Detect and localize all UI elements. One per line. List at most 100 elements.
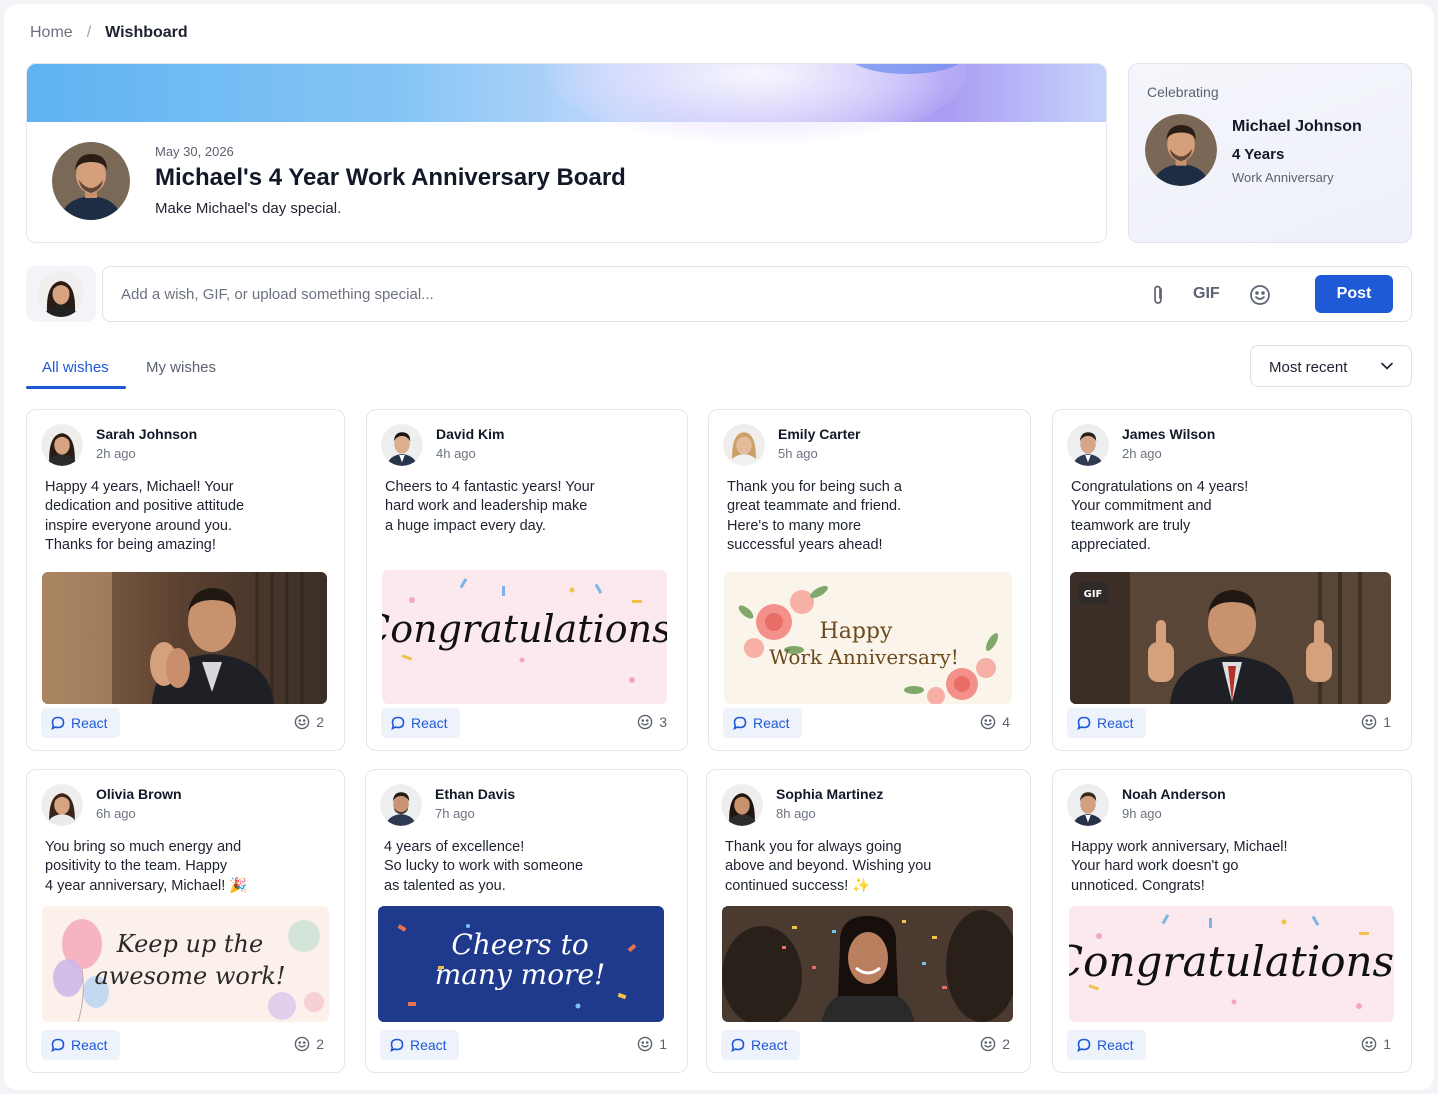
author-avatar bbox=[723, 424, 765, 466]
post-time: 6h ago bbox=[96, 806, 136, 821]
cheers-card: Cheers to many more! bbox=[378, 906, 664, 1022]
comment-icon bbox=[733, 716, 747, 730]
author-name: James Wilson bbox=[1122, 426, 1216, 442]
react-label: React bbox=[1097, 715, 1134, 731]
wish-message: Happy work anniversary, Michael! Your ha… bbox=[1071, 839, 1288, 894]
celebrating-card: Celebrating Michael Johnson 4 Years Work… bbox=[1128, 63, 1412, 243]
react-label: React bbox=[411, 715, 448, 731]
author-avatar bbox=[721, 784, 763, 826]
reaction-count-value: 2 bbox=[316, 1036, 324, 1052]
wish-message: 4 years of excellence! So lucky to work … bbox=[384, 839, 584, 894]
post-time: 9h ago bbox=[1122, 806, 1162, 821]
react-label: React bbox=[410, 1037, 447, 1053]
wish-message: You bring so much energy and positivity … bbox=[45, 839, 248, 894]
wish-media[interactable]: Cheers to many more! bbox=[378, 906, 664, 1022]
celebrant-years: 4 Years bbox=[1232, 146, 1285, 163]
wish-media[interactable]: Keep up the awesome work! bbox=[42, 906, 329, 1022]
react-label: React bbox=[1097, 1037, 1134, 1053]
wish-media[interactable]: GIF bbox=[1070, 572, 1391, 704]
post-time: 4h ago bbox=[436, 446, 476, 461]
author-avatar bbox=[41, 784, 83, 826]
comment-icon bbox=[1077, 716, 1091, 730]
reaction-count-value: 1 bbox=[1383, 1036, 1391, 1052]
wishboard-page: Home / Wishboard May 30, 2026 Michael's … bbox=[4, 4, 1434, 1090]
comment-icon bbox=[51, 716, 65, 730]
author-name: Ethan Davis bbox=[435, 786, 516, 802]
wish-card: Sophia Martinez 8h ago Thank you for alw… bbox=[706, 769, 1031, 1073]
react-button[interactable]: React bbox=[1067, 1030, 1146, 1060]
breadcrumb-home-link[interactable]: Home bbox=[30, 24, 73, 42]
smiley-icon bbox=[637, 1036, 653, 1052]
react-button[interactable]: React bbox=[721, 1030, 800, 1060]
reaction-count: 2 bbox=[294, 714, 324, 730]
author-avatar bbox=[380, 784, 422, 826]
smiley-icon bbox=[980, 714, 996, 730]
attachment-icon[interactable] bbox=[1148, 284, 1168, 306]
board-subtitle: Make Michael's day special. bbox=[155, 200, 342, 217]
chevron-down-icon bbox=[1381, 362, 1393, 370]
react-label: React bbox=[751, 1037, 788, 1053]
comment-icon bbox=[390, 1038, 404, 1052]
media-text-line-1: Happy bbox=[820, 619, 893, 644]
react-label: React bbox=[71, 1037, 108, 1053]
wish-media[interactable]: Happy Work Anniversary! bbox=[724, 572, 1012, 704]
wish-media[interactable]: Congratulations! bbox=[1069, 906, 1394, 1022]
thumbs-up-gif: GIF bbox=[1070, 572, 1391, 704]
balloon-card: Keep up the awesome work! bbox=[42, 906, 329, 1022]
react-button[interactable]: React bbox=[1067, 708, 1146, 738]
header-banner bbox=[27, 64, 1106, 144]
celebration-type: Work Anniversary bbox=[1232, 170, 1334, 185]
react-button[interactable]: React bbox=[380, 1030, 459, 1060]
react-button[interactable]: React bbox=[381, 708, 460, 738]
react-button[interactable]: React bbox=[41, 708, 120, 738]
board-date: May 30, 2026 bbox=[155, 144, 234, 159]
react-button[interactable]: React bbox=[723, 708, 802, 738]
gif-badge: GIF bbox=[1084, 589, 1103, 600]
smiley-icon bbox=[637, 714, 653, 730]
reaction-count: 3 bbox=[637, 714, 667, 730]
celebration-photo bbox=[722, 906, 1013, 1022]
congratulations-card: Congratulations! bbox=[382, 570, 667, 704]
smiley-icon bbox=[1361, 1036, 1377, 1052]
wish-message: Thank you for being such a great teammat… bbox=[727, 479, 902, 554]
media-text: Congratulations! bbox=[382, 607, 667, 651]
post-time: 7h ago bbox=[435, 806, 475, 821]
wish-media[interactable]: Congratulations! bbox=[382, 570, 667, 704]
reaction-count: 1 bbox=[1361, 1036, 1391, 1052]
wish-input[interactable]: Add a wish, GIF, or upload something spe… bbox=[121, 286, 434, 303]
reaction-count: 4 bbox=[980, 714, 1010, 730]
reaction-count: 1 bbox=[637, 1036, 667, 1052]
reaction-count: 2 bbox=[294, 1036, 324, 1052]
smiley-icon bbox=[980, 1036, 996, 1052]
author-avatar bbox=[381, 424, 423, 466]
gif-button[interactable]: GIF bbox=[1193, 285, 1220, 303]
post-time: 8h ago bbox=[776, 806, 816, 821]
wish-card: Olivia Brown 6h ago You bring so much en… bbox=[26, 769, 345, 1073]
comment-icon bbox=[391, 716, 405, 730]
media-text-line-2: many more! bbox=[435, 958, 606, 991]
post-time: 5h ago bbox=[778, 446, 818, 461]
sort-dropdown[interactable]: Most recent bbox=[1250, 345, 1412, 387]
tab-all-wishes[interactable]: All wishes bbox=[42, 359, 109, 376]
author-name: Sarah Johnson bbox=[96, 426, 198, 442]
react-button[interactable]: React bbox=[41, 1030, 120, 1060]
react-label: React bbox=[71, 715, 108, 731]
smiley-icon bbox=[1361, 714, 1377, 730]
author-name: Noah Anderson bbox=[1122, 786, 1226, 802]
post-button[interactable]: Post bbox=[1315, 275, 1393, 313]
breadcrumb: Home / Wishboard bbox=[30, 24, 188, 42]
emoji-icon[interactable] bbox=[1249, 284, 1271, 306]
wish-card: Noah Anderson 9h ago Happy work annivers… bbox=[1052, 769, 1412, 1073]
wish-composer: Add a wish, GIF, or upload something spe… bbox=[102, 266, 1412, 322]
active-tab-indicator bbox=[26, 386, 126, 389]
board-header-card: May 30, 2026 Michael's 4 Year Work Anniv… bbox=[26, 63, 1107, 243]
tab-my-wishes[interactable]: My wishes bbox=[146, 359, 216, 376]
wish-media[interactable] bbox=[42, 572, 327, 704]
wish-card: Emily Carter 5h ago Thank you for being … bbox=[708, 409, 1031, 751]
breadcrumb-separator: / bbox=[86, 24, 92, 41]
wish-message: Happy 4 years, Michael! Your dedication … bbox=[45, 479, 245, 554]
wish-media[interactable] bbox=[722, 906, 1013, 1022]
reaction-count-value: 4 bbox=[1002, 714, 1010, 730]
board-title: Michael's 4 Year Work Anniversary Board bbox=[155, 164, 626, 191]
author-avatar bbox=[1067, 784, 1109, 826]
